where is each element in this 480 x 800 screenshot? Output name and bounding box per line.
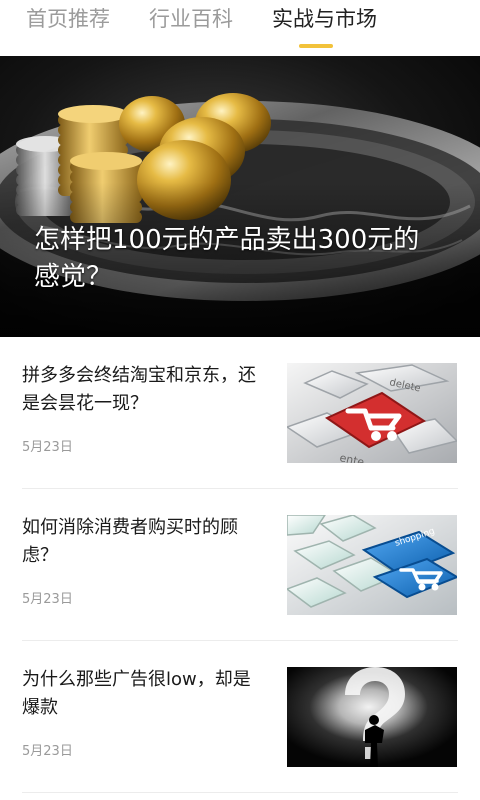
tab-home-recommended[interactable]: 首页推荐 <box>26 5 110 33</box>
list-item[interactable]: 拼多多会终结淘宝和京东，还是会昙花一现？ 5月23日 delete ente <box>0 337 480 489</box>
tab-practice-and-market[interactable]: 实战与市场 <box>272 5 377 33</box>
list-item[interactable]: 如何消除消费者购买时的顾虑？ 5月23日 shopping <box>0 489 480 641</box>
list-divider <box>22 792 458 793</box>
article-date: 5月23日 <box>22 592 73 607</box>
article-title: 为什么那些广告很low，却是爆款 <box>22 669 251 718</box>
article-date: 5月23日 <box>22 440 73 455</box>
article-title: 拼多多会终结淘宝和京东，还是会昙花一现？ <box>22 365 256 414</box>
article-date: 5月23日 <box>22 744 73 759</box>
question-mark-figure-image <box>287 667 457 767</box>
hero-article[interactable]: 怎样把100元的产品卖出300元的感觉？ <box>0 56 480 337</box>
active-tab-indicator <box>299 44 333 48</box>
category-tabs: 首页推荐 行业百科 实战与市场 <box>0 0 480 56</box>
article-title: 如何消除消费者购买时的顾虑？ <box>22 517 238 566</box>
keyboard-shopping-image: shopping <box>287 515 457 615</box>
tab-industry-encyclopedia[interactable]: 行业百科 <box>149 5 233 33</box>
list-item[interactable]: 为什么那些广告很low，却是爆款 5月23日 <box>0 641 480 793</box>
keyboard-cart-image: delete ente <box>287 363 457 463</box>
hero-title: 怎样把100元的产品卖出300元的感觉？ <box>34 225 420 292</box>
